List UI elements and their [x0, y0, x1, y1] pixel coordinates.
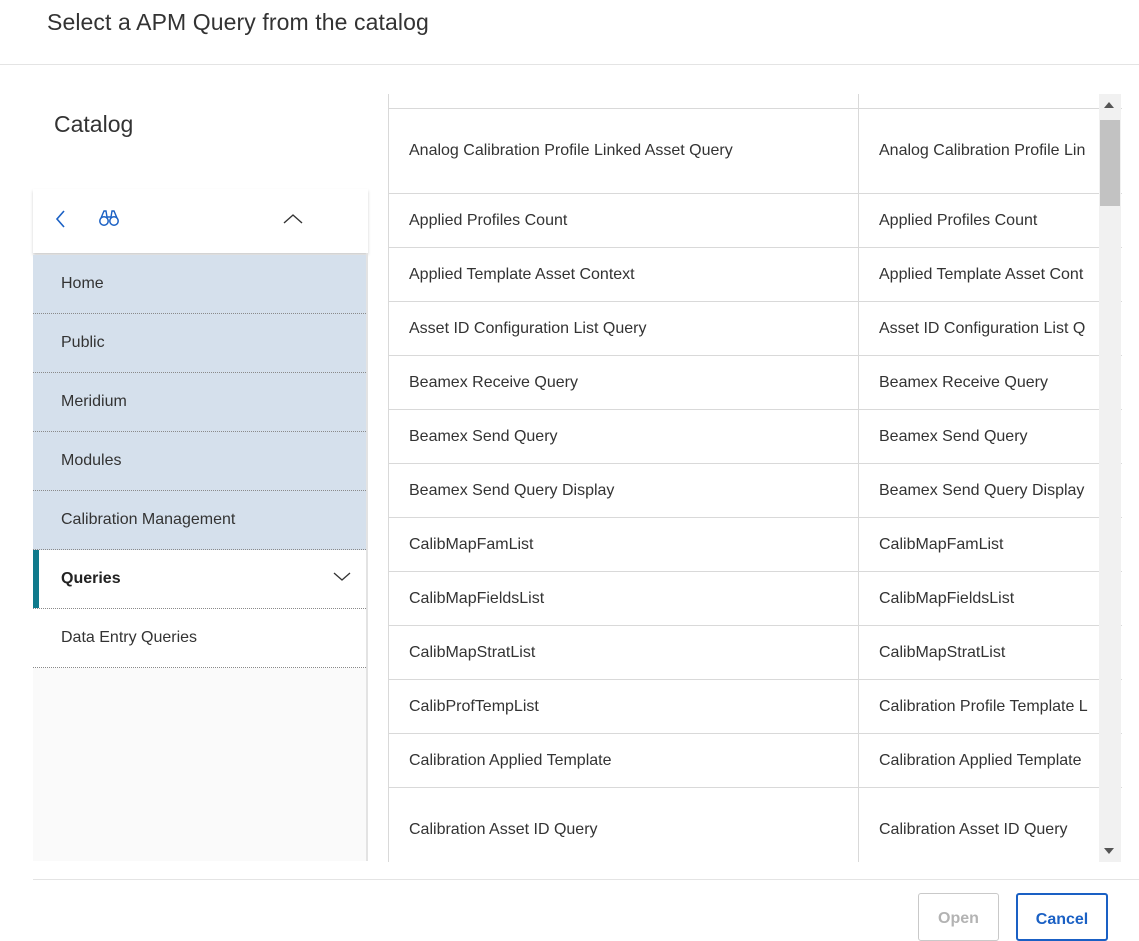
- query-caption: Calibration Profile Template L: [879, 697, 1088, 715]
- catalog-item-label: Meridium: [61, 393, 127, 410]
- chevron-up-icon[interactable]: [281, 207, 305, 231]
- query-name: [409, 94, 854, 108]
- scroll-up-arrow-icon[interactable]: [1104, 102, 1114, 108]
- table-row[interactable]: Beamex Send Query Display Beamex Send Qu…: [389, 464, 1122, 518]
- catalog-item-label: Modules: [61, 452, 122, 469]
- table-row[interactable]: Calibration Applied Template Calibration…: [389, 734, 1122, 788]
- query-name: CalibMapStratList: [409, 643, 536, 661]
- query-name: Applied Profiles Count: [409, 211, 568, 229]
- query-name: CalibMapFamList: [409, 535, 534, 553]
- table-row[interactable]: CalibProfTempList Calibration Profile Te…: [389, 680, 1122, 734]
- table-row[interactable]: Applied Profiles Count Applied Profiles …: [389, 194, 1122, 248]
- catalog-item-label: Data Entry Queries: [61, 629, 198, 646]
- catalog-nav-panel: Home Public Meridium Modules Calibration…: [33, 189, 368, 861]
- table-row[interactable]: Beamex Send Query Beamex Send Query: [389, 410, 1122, 464]
- query-name: Beamex Receive Query: [409, 373, 578, 391]
- query-caption: Beamex Send Query: [879, 427, 1028, 445]
- table-row[interactable]: Applied Template Asset Context Applied T…: [389, 248, 1122, 302]
- table-row[interactable]: Asset ID Configuration List Query Asset …: [389, 302, 1122, 356]
- query-caption: Calibration Asset ID Query: [879, 821, 1068, 838]
- query-caption: Asset ID Configuration List Q: [879, 319, 1086, 337]
- query-caption: Applied Profiles Count: [879, 211, 1038, 229]
- query-list: Analog Calibration Profile Linked Asset …: [388, 94, 1122, 862]
- query-name: CalibMapFieldsList: [409, 589, 545, 607]
- catalog-item-home[interactable]: Home: [33, 255, 366, 314]
- table-row[interactable]: CalibMapStratList CalibMapStratList: [389, 626, 1122, 680]
- query-name: Calibration Applied Template: [409, 751, 612, 769]
- catalog-item-label: Queries: [61, 570, 121, 587]
- catalog-item-meridium[interactable]: Meridium: [33, 373, 366, 432]
- catalog-item-public[interactable]: Public: [33, 314, 366, 373]
- catalog-item-queries[interactable]: Queries: [33, 550, 366, 609]
- dialog-title: Select a APM Query from the catalog: [47, 9, 429, 35]
- panel-divider: [366, 253, 368, 861]
- query-caption: CalibMapFieldsList: [879, 589, 1015, 607]
- table-row[interactable]: CalibMapFamList CalibMapFamList: [389, 518, 1122, 572]
- query-caption: Calibration Applied Template: [879, 751, 1082, 769]
- table-row[interactable]: CalibMapFieldsList CalibMapFieldsList: [389, 572, 1122, 626]
- catalog-tree: Home Public Meridium Modules Calibration…: [33, 255, 366, 668]
- query-caption: Beamex Receive Query: [879, 373, 1048, 391]
- query-caption: CalibMapStratList: [879, 643, 1006, 661]
- catalog-item-label: Calibration Management: [61, 511, 236, 528]
- table-row[interactable]: Beamex Receive Query Beamex Receive Quer…: [389, 356, 1122, 410]
- vertical-scrollbar[interactable]: [1099, 94, 1121, 862]
- query-caption: [879, 94, 1099, 108]
- scroll-down-arrow-icon[interactable]: [1104, 848, 1114, 854]
- catalog-heading: Catalog: [54, 111, 134, 137]
- selection-indicator: [33, 550, 39, 608]
- footer-divider: [33, 879, 1139, 880]
- table-row[interactable]: Calibration Asset ID Query Calibration A…: [389, 788, 1122, 862]
- scrollbar-thumb[interactable]: [1100, 120, 1120, 206]
- chevron-left-icon[interactable]: [49, 207, 73, 231]
- catalog-item-label: Public: [61, 334, 105, 351]
- catalog-item-data-entry-queries[interactable]: Data Entry Queries: [33, 609, 366, 668]
- catalog-item-modules[interactable]: Modules: [33, 432, 366, 491]
- catalog-toolbar: [33, 189, 368, 253]
- query-caption: Analog Calibration Profile Lin: [879, 142, 1086, 159]
- table-row[interactable]: Analog Calibration Profile Linked Asset …: [389, 109, 1122, 194]
- open-button[interactable]: Open: [918, 893, 999, 941]
- query-name: CalibProfTempList: [409, 697, 539, 715]
- cancel-button[interactable]: Cancel: [1016, 893, 1108, 941]
- chevron-down-icon[interactable]: [332, 570, 352, 584]
- query-name: Beamex Send Query Display: [409, 481, 615, 499]
- query-name: Analog Calibration Profile Linked Asset …: [409, 142, 733, 159]
- catalog-item-calibration-management[interactable]: Calibration Management: [33, 491, 366, 550]
- table-row[interactable]: [389, 94, 1122, 109]
- binoculars-icon[interactable]: [97, 206, 121, 230]
- query-name: Applied Template Asset Context: [409, 265, 635, 283]
- query-caption: CalibMapFamList: [879, 535, 1004, 553]
- query-name: Calibration Asset ID Query: [409, 821, 598, 838]
- query-name: Asset ID Configuration List Query: [409, 319, 647, 337]
- catalog-item-label: Home: [61, 275, 104, 292]
- query-name: Beamex Send Query: [409, 427, 558, 445]
- query-caption: Beamex Send Query Display: [879, 481, 1085, 499]
- query-caption: Applied Template Asset Cont: [879, 265, 1084, 283]
- dialog-header: Select a APM Query from the catalog: [0, 0, 1139, 65]
